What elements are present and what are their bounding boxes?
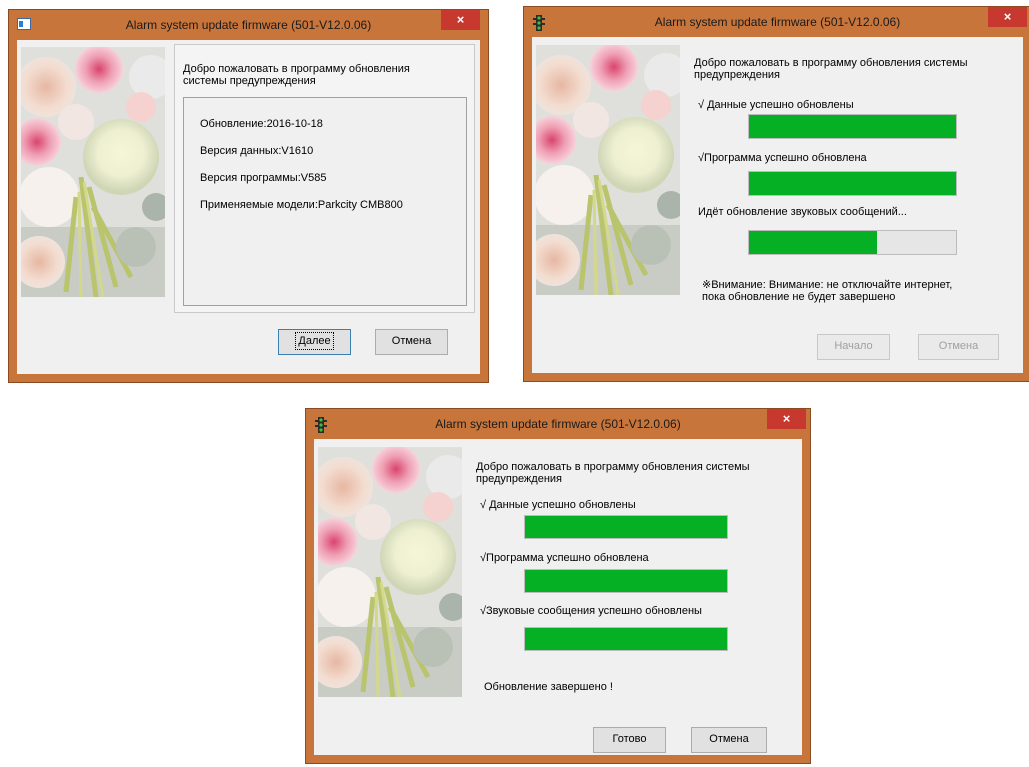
- step-3-progress-bar: [524, 627, 728, 651]
- progress-fill: [525, 628, 727, 650]
- step-2-label: √Программа успешно обновлена: [698, 152, 867, 164]
- dialog-body: Добро пожаловать в программу обновления …: [532, 37, 1023, 373]
- step-1-progress-bar: [524, 515, 728, 539]
- flowers-image: [536, 45, 680, 295]
- models-text: Применяемые модели:Parkcity CMB800: [200, 199, 403, 211]
- next-button[interactable]: Далее: [278, 329, 351, 355]
- welcome-text: Добро пожаловать в программу обновления …: [476, 461, 750, 485]
- cancel-button[interactable]: Отмена: [691, 727, 767, 753]
- info-panel: Добро пожаловать в программу обновления …: [174, 44, 475, 313]
- step-1-label: √ Данные успешно обновлены: [480, 499, 636, 511]
- step-2-progress-bar: [524, 569, 728, 593]
- warning-text: ※Внимание: Внимание: не отключайте интер…: [702, 279, 953, 303]
- close-button[interactable]: ×: [767, 409, 806, 429]
- step-1-progress-bar: [748, 114, 957, 139]
- progress-fill: [525, 570, 727, 592]
- window-title: Alarm system update firmware (501-V12.0.…: [125, 18, 372, 32]
- title-bar[interactable]: Alarm system update firmware (501-V12.0.…: [524, 7, 1029, 37]
- step-3-progress-bar: [748, 230, 957, 255]
- complete-text: Обновление завершено !: [484, 681, 613, 693]
- step-3-label: √Звуковые сообщения успешно обновлены: [480, 605, 702, 617]
- cancel-button[interactable]: Отмена: [918, 334, 999, 360]
- dialog-window-complete: Alarm system update firmware (501-V12.0.…: [306, 409, 810, 763]
- progress-fill: [749, 231, 878, 254]
- dialog-window-progress: Alarm system update firmware (501-V12.0.…: [524, 7, 1029, 381]
- step-1-label: √ Данные успешно обновлены: [698, 99, 854, 111]
- window-title: Alarm system update firmware (501-V12.0.…: [654, 15, 901, 29]
- flowers-image: [318, 447, 462, 697]
- welcome-text: Добро пожаловать в программу обновления …: [183, 63, 410, 87]
- progress-fill: [749, 115, 956, 138]
- start-button[interactable]: Начало: [817, 334, 890, 360]
- info-box: Обновление:2016-10-18 Версия данных:V161…: [183, 97, 467, 306]
- window-title: Alarm system update firmware (501-V12.0.…: [435, 417, 681, 431]
- cancel-button[interactable]: Отмена: [375, 329, 448, 355]
- dialog-window-welcome: Alarm system update firmware (501-V12.0.…: [9, 10, 488, 382]
- step-2-label: √Программа успешно обновлена: [480, 552, 649, 564]
- progress-fill: [749, 172, 956, 195]
- title-bar[interactable]: Alarm system update firmware (501-V12.0.…: [9, 10, 488, 40]
- next-button-label: Далее: [295, 332, 334, 350]
- dialog-body: Добро пожаловать в программу обновления …: [17, 40, 480, 374]
- close-button[interactable]: ×: [441, 10, 480, 30]
- program-version-text: Версия программы:V585: [200, 172, 327, 184]
- welcome-text: Добро пожаловать в программу обновления …: [694, 57, 968, 81]
- title-bar[interactable]: Alarm system update firmware (501-V12.0.…: [306, 409, 810, 439]
- close-button[interactable]: ×: [988, 7, 1027, 27]
- data-version-text: Версия данных:V1610: [200, 145, 314, 157]
- done-button[interactable]: Готово: [593, 727, 666, 753]
- step-3-label: Идёт обновление звуковых сообщений...: [698, 206, 907, 218]
- step-2-progress-bar: [748, 171, 957, 196]
- progress-fill: [525, 516, 727, 538]
- dialog-body: Добро пожаловать в программу обновления …: [314, 439, 802, 755]
- flowers-image: [21, 47, 165, 297]
- update-date-text: Обновление:2016-10-18: [200, 118, 323, 130]
